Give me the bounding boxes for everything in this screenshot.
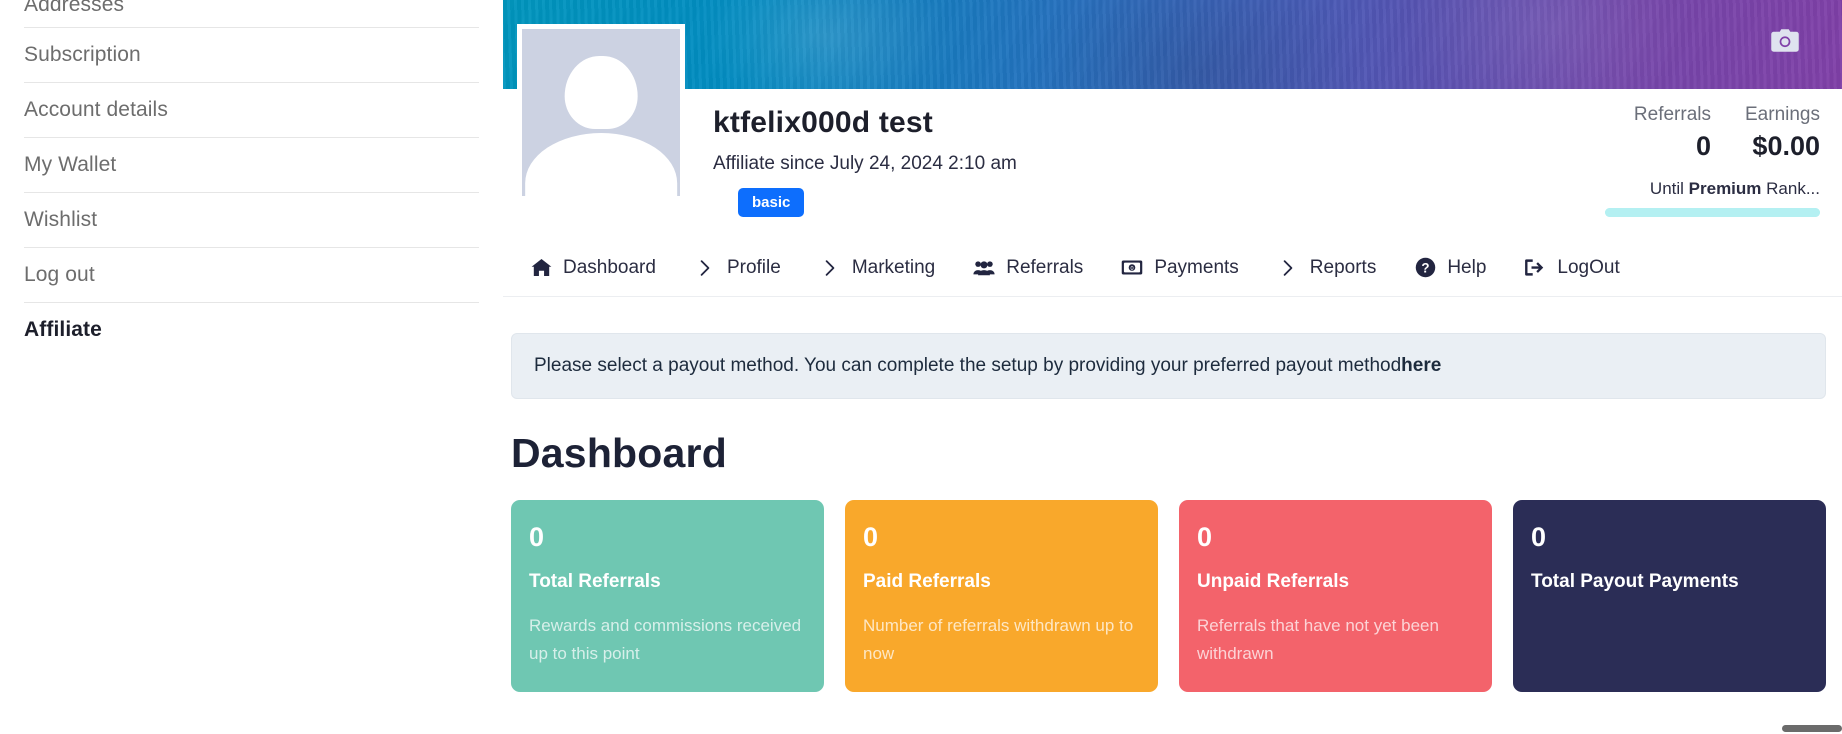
avatar[interactable] bbox=[517, 24, 685, 201]
nav-item-help[interactable]: ? Help bbox=[1395, 256, 1505, 280]
nav-item-label: Reports bbox=[1309, 256, 1377, 278]
rank-progress-prefix: Until bbox=[1649, 179, 1689, 198]
stat-cards: 0 Total Referrals Rewards and commission… bbox=[511, 500, 1826, 692]
horizontal-scrollbar[interactable] bbox=[0, 722, 1842, 734]
sidebar-item-label: Affiliate bbox=[24, 318, 102, 341]
chevron-right-icon bbox=[694, 257, 716, 279]
card-paid-referrals[interactable]: 0 Paid Referrals Number of referrals wit… bbox=[845, 500, 1158, 692]
users-icon bbox=[973, 257, 995, 279]
rank-progress-rank: Premium bbox=[1688, 179, 1762, 198]
nav-item-payments[interactable]: 0 Payments bbox=[1102, 256, 1257, 280]
money-bill-icon: 0 bbox=[1121, 257, 1143, 279]
rank-progress-fill bbox=[1605, 208, 1820, 217]
nav-item-profile[interactable]: Profile bbox=[675, 256, 800, 280]
nav-item-referrals[interactable]: Referrals bbox=[954, 256, 1102, 280]
rank-progress-bar bbox=[1605, 208, 1820, 217]
card-value: 0 bbox=[863, 522, 879, 552]
affiliate-since: Affiliate since July 24, 2024 2:10 am bbox=[713, 153, 1017, 174]
nav-item-label: Help bbox=[1447, 256, 1487, 278]
affiliate-main-panel: ktfelix000d test Affiliate since July 24… bbox=[503, 0, 1842, 734]
alert-text: Please select a payout method. You can c… bbox=[534, 355, 1402, 376]
sidebar-item-label: My Wallet bbox=[24, 153, 117, 176]
card-title: Total Payout Payments bbox=[1531, 571, 1739, 592]
profile-identity: ktfelix000d test Affiliate since July 24… bbox=[713, 105, 1017, 217]
sidebar-item-label: Wishlist bbox=[24, 208, 98, 231]
home-icon bbox=[530, 257, 552, 279]
sidebar-menu: Addresses Subscription Account details M… bbox=[0, 0, 503, 357]
stat-earnings: Earnings $0.00 bbox=[1745, 103, 1820, 163]
nav-item-reports[interactable]: Reports bbox=[1258, 256, 1396, 280]
card-value: 0 bbox=[529, 522, 545, 552]
sidebar-item-affiliate[interactable]: Affiliate bbox=[24, 303, 479, 357]
svg-text:?: ? bbox=[1421, 260, 1429, 275]
sidebar-item-label: Log out bbox=[24, 263, 95, 286]
stat-earnings-value: $0.00 bbox=[1752, 131, 1820, 161]
rank-progress-label: Until Premium Rank... bbox=[1605, 179, 1820, 199]
profile-cover-banner bbox=[503, 0, 1842, 89]
sidebar-item-log-out[interactable]: Log out bbox=[24, 248, 479, 303]
sidebar-item-label: Subscription bbox=[24, 43, 141, 66]
profile-name: ktfelix000d test bbox=[713, 106, 933, 139]
card-description: Referrals that have not yet been withdra… bbox=[1197, 616, 1439, 663]
sidebar-item-wishlist[interactable]: Wishlist bbox=[24, 193, 479, 248]
rank-badge[interactable]: basic bbox=[738, 188, 805, 217]
sidebar-item-my-wallet[interactable]: My Wallet bbox=[24, 138, 479, 193]
stat-earnings-label: Earnings bbox=[1745, 104, 1820, 125]
nav-item-dashboard[interactable]: Dashboard bbox=[511, 256, 675, 280]
sign-out-icon bbox=[1524, 257, 1546, 279]
stat-referrals: Referrals 0 bbox=[1634, 103, 1711, 163]
avatar-placeholder-icon bbox=[522, 29, 680, 196]
card-value: 0 bbox=[1197, 522, 1213, 552]
camera-icon[interactable] bbox=[1770, 28, 1800, 53]
rank-progress-suffix: Rank... bbox=[1761, 179, 1820, 198]
card-total-payout-payments[interactable]: 0 Total Payout Payments bbox=[1513, 500, 1826, 692]
nav-item-logout[interactable]: LogOut bbox=[1505, 256, 1638, 280]
scrollbar-thumb[interactable] bbox=[1782, 725, 1842, 732]
card-unpaid-referrals[interactable]: 0 Unpaid Referrals Referrals that have n… bbox=[1179, 500, 1492, 692]
sidebar-item-label: Account details bbox=[24, 98, 168, 121]
card-title: Total Referrals bbox=[529, 571, 661, 592]
svg-text:0: 0 bbox=[1131, 266, 1134, 272]
sidebar-item-label: Addresses bbox=[24, 0, 125, 16]
nav-item-label: LogOut bbox=[1557, 256, 1620, 278]
card-description: Number of referrals withdrawn up to now bbox=[863, 616, 1134, 663]
card-total-referrals[interactable]: 0 Total Referrals Rewards and commission… bbox=[511, 500, 824, 692]
stat-referrals-label: Referrals bbox=[1633, 104, 1711, 125]
nav-item-label: Payments bbox=[1154, 256, 1239, 278]
nav-item-marketing[interactable]: Marketing bbox=[800, 256, 954, 280]
sidebar-item-addresses[interactable]: Addresses bbox=[24, 0, 479, 28]
affiliate-navbar: Dashboard Profile Marketing Referrals 0 … bbox=[503, 239, 1842, 297]
payout-method-alert: Please select a payout method. You can c… bbox=[511, 333, 1826, 399]
nav-item-label: Marketing bbox=[851, 256, 936, 278]
nav-item-label: Profile bbox=[726, 256, 781, 278]
chevron-right-icon bbox=[1277, 257, 1299, 279]
nav-item-label: Referrals bbox=[1006, 256, 1084, 278]
page-title: Dashboard bbox=[511, 430, 727, 476]
affiliate-profile-header: ktfelix000d test Affiliate since July 24… bbox=[503, 24, 1842, 239]
card-description: Rewards and commissions received up to t… bbox=[529, 616, 802, 663]
card-value: 0 bbox=[1531, 522, 1547, 552]
profile-stats: Referrals 0 Earnings $0.00 Until Premium… bbox=[1605, 103, 1820, 217]
sidebar-item-subscription[interactable]: Subscription bbox=[24, 28, 479, 83]
stat-referrals-value: 0 bbox=[1695, 131, 1711, 161]
question-circle-icon: ? bbox=[1414, 257, 1436, 279]
card-title: Paid Referrals bbox=[863, 571, 991, 592]
page-root: Addresses Subscription Account details M… bbox=[0, 0, 1842, 734]
sidebar-item-account-details[interactable]: Account details bbox=[24, 83, 479, 138]
nav-item-label: Dashboard bbox=[563, 256, 656, 278]
alert-here-link[interactable]: here bbox=[1401, 355, 1441, 376]
chevron-right-icon bbox=[819, 257, 841, 279]
card-title: Unpaid Referrals bbox=[1197, 571, 1350, 592]
account-sidebar: Addresses Subscription Account details M… bbox=[0, 0, 503, 734]
